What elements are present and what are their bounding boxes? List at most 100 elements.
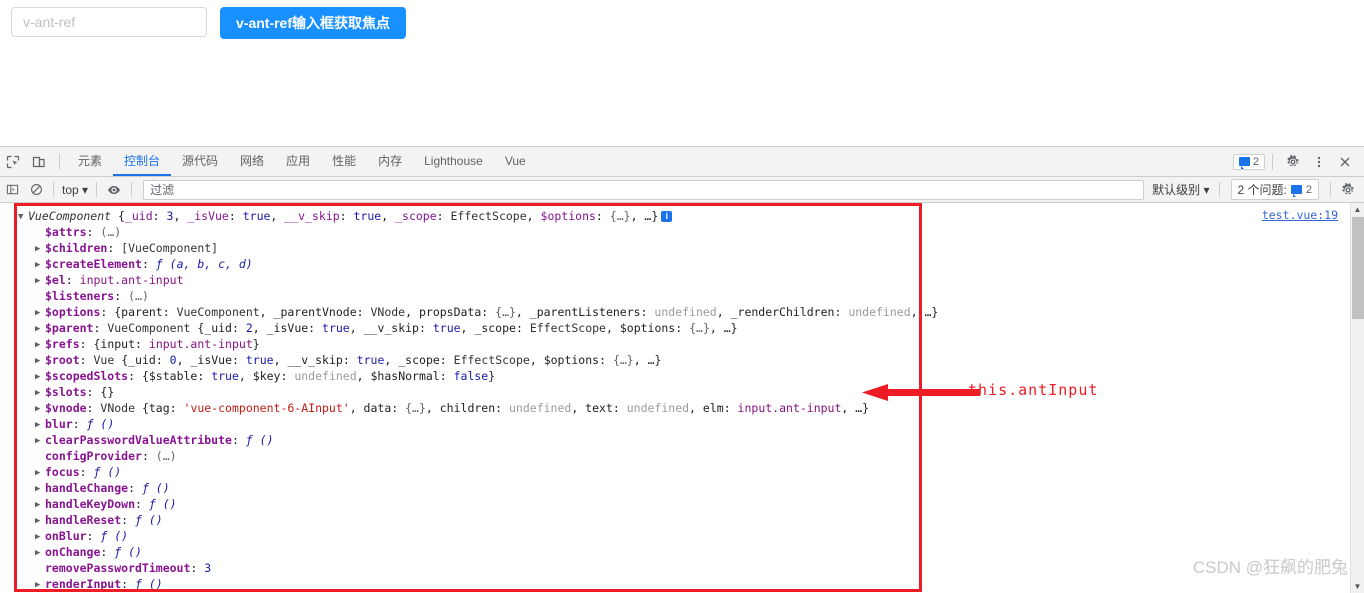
gear-icon[interactable] — [1280, 149, 1306, 175]
info-icon[interactable]: i — [661, 211, 673, 222]
console-sidebar-icon[interactable] — [0, 178, 24, 202]
disclosure-triangle-closed-icon[interactable]: ▶ — [35, 481, 45, 497]
tab-memory[interactable]: 内存 — [367, 147, 413, 176]
console-property-row[interactable]: ▶ focus: ƒ () — [0, 464, 1364, 480]
console-token: : — [86, 225, 101, 239]
console-token: : — [128, 369, 142, 383]
execution-context-select[interactable]: top ▾ — [59, 183, 91, 197]
console-property-row[interactable]: $listeners: (…) — [0, 288, 1364, 304]
console-property-row[interactable]: ▶ onChange: ƒ () — [0, 544, 1364, 560]
console-settings-gear-icon[interactable] — [1336, 178, 1360, 202]
console-token: {…} — [405, 401, 426, 415]
console-source-link[interactable]: test.vue:19 — [1262, 208, 1338, 222]
console-property-row[interactable]: ▶ $slots: {} — [0, 384, 1364, 400]
console-token: } — [252, 337, 260, 351]
disclosure-triangle-closed-icon[interactable]: ▶ — [35, 545, 45, 561]
console-property-row[interactable]: configProvider: (…) — [0, 448, 1364, 464]
disclosure-triangle-closed-icon[interactable]: ▶ — [35, 353, 45, 369]
message-count-badge[interactable]: 2 — [1232, 153, 1265, 170]
tab-lighthouse[interactable]: Lighthouse — [413, 147, 494, 176]
console-log-level-select[interactable]: 默认级别 ▾ — [1148, 181, 1213, 198]
console-property-row[interactable]: ▶ $root: Vue {_uid: 0, _isVue: true, __v_… — [0, 352, 1364, 368]
console-token: 2 — [245, 321, 253, 335]
disclosure-triangle-open-icon[interactable]: ▼ — [18, 209, 28, 225]
console-token: $options — [540, 209, 596, 223]
console-token: , …} — [709, 321, 738, 335]
console-token: handleChange — [45, 481, 129, 495]
tab-performance[interactable]: 性能 — [321, 147, 367, 176]
console-token: $key — [252, 369, 281, 383]
disclosure-triangle-closed-icon[interactable]: ▶ — [35, 241, 45, 257]
console-token: _isVue — [190, 353, 233, 367]
console-token: : — [79, 353, 94, 367]
console-property-row[interactable]: ▶ clearPasswordValueAttribute: ƒ () — [0, 432, 1364, 448]
console-property-row[interactable]: ▶ renderInput: ƒ () — [0, 576, 1364, 592]
console-property-row[interactable]: ▶ $createElement: ƒ (a, b, c, d) — [0, 256, 1364, 272]
console-property-row[interactable]: ▶ $el: input.ant-input — [0, 272, 1364, 288]
tab-application[interactable]: 应用 — [275, 147, 321, 176]
console-property-row[interactable]: ▶ handleReset: ƒ () — [0, 512, 1364, 528]
disclosure-triangle-closed-icon[interactable]: ▶ — [35, 513, 45, 529]
console-token: : — [79, 465, 94, 479]
console-property-row[interactable]: ▶ handleKeyDown: ƒ () — [0, 496, 1364, 512]
disclosure-triangle-closed-icon[interactable]: ▶ — [35, 337, 45, 353]
console-property-row[interactable]: removePasswordTimeout: 3 — [0, 560, 1364, 576]
disclosure-triangle-closed-icon[interactable]: ▶ — [35, 369, 45, 385]
console-output[interactable]: ▼ VueComponent {_uid: 3, _isVue: true, __… — [0, 203, 1364, 593]
issues-summary-badge[interactable]: 2 个问题: 2 — [1230, 179, 1319, 200]
tab-network[interactable]: 网络 — [229, 147, 275, 176]
disclosure-triangle-closed-icon[interactable]: ▶ — [35, 401, 45, 417]
kebab-menu-icon[interactable] — [1306, 149, 1332, 175]
console-property-row[interactable]: ▶ $scopedSlots: {$stable: true, $key: und… — [0, 368, 1364, 384]
tab-console[interactable]: 控制台 — [113, 147, 172, 176]
scroll-up-arrow-icon[interactable]: ▲ — [1351, 203, 1364, 216]
v-ant-ref-input[interactable] — [11, 7, 207, 37]
console-property-row[interactable]: ▶ $refs: {input: input.ant-input} — [0, 336, 1364, 352]
disclosure-triangle-closed-icon[interactable]: ▶ — [35, 465, 45, 481]
console-token: (…) — [155, 449, 177, 463]
disclosure-triangle-closed-icon[interactable]: ▶ — [35, 321, 45, 337]
console-property-row[interactable]: ▶ onBlur: ƒ () — [0, 528, 1364, 544]
console-filter-input[interactable] — [143, 179, 1145, 200]
console-token: , — [273, 353, 288, 367]
disclosure-triangle-closed-icon[interactable]: ▶ — [35, 529, 45, 545]
disclosure-triangle-closed-icon[interactable]: ▶ — [35, 417, 45, 433]
console-token: : — [169, 401, 184, 415]
console-token: : — [723, 401, 738, 415]
disclosure-triangle-closed-icon[interactable]: ▶ — [35, 273, 45, 289]
device-toolbar-icon[interactable] — [26, 149, 52, 175]
console-property-row[interactable]: ▶ $children: [VueComponent] — [0, 240, 1364, 256]
console-token: : — [418, 321, 433, 335]
console-property-row[interactable]: ▶ $vnode: VNode {tag: 'vue-component-6-AI… — [0, 400, 1364, 416]
console-property-row[interactable]: ▶ $options: {parent: VueComponent, _paren… — [0, 304, 1364, 320]
close-icon[interactable] — [1332, 149, 1358, 175]
disclosure-triangle-closed-icon[interactable]: ▶ — [35, 257, 45, 273]
console-property-row[interactable]: ▼ VueComponent {_uid: 3, _isVue: true, __… — [0, 208, 1364, 224]
scroll-down-arrow-icon[interactable]: ▼ — [1351, 580, 1364, 593]
console-property-row[interactable]: ▶ blur: ƒ () — [0, 416, 1364, 432]
console-token: data — [363, 401, 392, 415]
disclosure-triangle-closed-icon[interactable]: ▶ — [35, 433, 45, 449]
console-property-row[interactable]: $attrs: (…) — [0, 224, 1364, 240]
scrollbar-thumb[interactable] — [1352, 217, 1364, 319]
disclosure-triangle-closed-icon[interactable]: ▶ — [35, 305, 45, 321]
focus-input-button[interactable]: v-ant-ref输入框获取焦点 — [220, 7, 407, 39]
console-property-row[interactable]: ▶ handleChange: ƒ () — [0, 480, 1364, 496]
execution-context-value: top — [62, 182, 79, 197]
tab-elements[interactable]: 元素 — [67, 147, 113, 176]
console-token: , …} — [633, 353, 662, 367]
console-vertical-scrollbar[interactable]: ▲ ▼ — [1350, 203, 1364, 593]
tab-sources[interactable]: 源代码 — [171, 147, 229, 176]
disclosure-triangle-closed-icon[interactable]: ▶ — [35, 385, 45, 401]
disclosure-triangle-closed-icon[interactable]: ▶ — [35, 577, 45, 593]
live-expression-eye-icon[interactable] — [102, 178, 126, 202]
clear-console-icon[interactable] — [24, 178, 48, 202]
disclosure-triangle-closed-icon[interactable]: ▶ — [35, 497, 45, 513]
console-token: ƒ () — [245, 433, 274, 447]
console-property-row[interactable]: ▶ $parent: VueComponent {_uid: 2, _isVue:… — [0, 320, 1364, 336]
console-token: clearPasswordValueAttribute — [45, 433, 232, 447]
console-token: , — [571, 401, 586, 415]
inspect-element-icon[interactable] — [0, 149, 26, 175]
tab-vue[interactable]: Vue — [494, 147, 537, 176]
chevron-down-icon: ▾ — [1203, 183, 1210, 197]
